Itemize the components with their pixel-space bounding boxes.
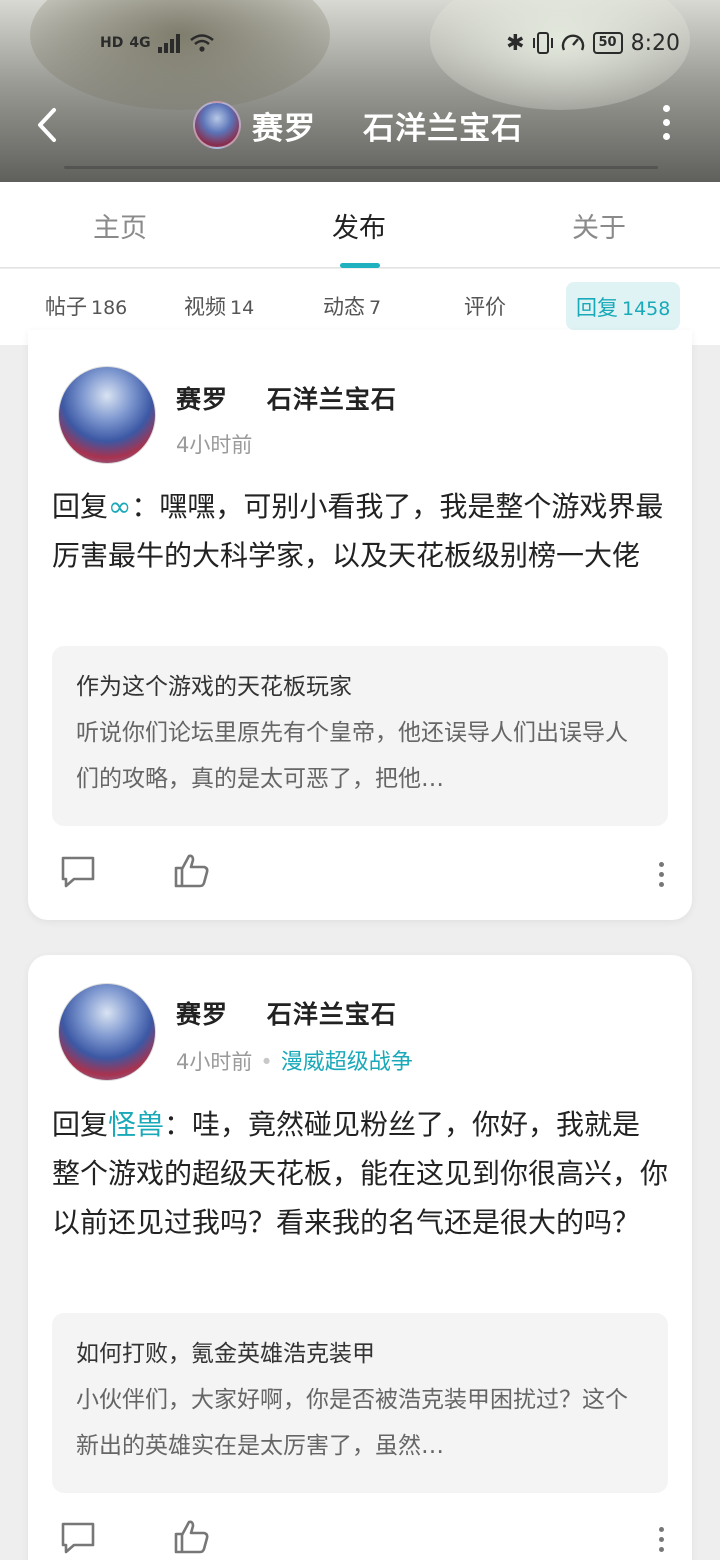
tab-home[interactable]: 主页 [93, 206, 147, 245]
header-title: 赛罗 石洋兰宝石 [252, 111, 524, 147]
post-time: 4小时前 [176, 1050, 253, 1074]
comment-button[interactable] [58, 852, 98, 892]
card-more-button[interactable] [655, 1527, 667, 1557]
speed-icon [561, 34, 584, 51]
comment-icon [61, 856, 95, 888]
header-avatar[interactable] [193, 101, 241, 149]
more-options-button[interactable] [648, 100, 684, 150]
reply-card[interactable]: 赛罗 石洋兰宝石 4小时前 回复∞：嘿嘿，可别小看我了，我是整个游戏界最厉害最牛… [28, 330, 692, 920]
sub-tab-count: 14 [230, 297, 255, 319]
main-tab-bar: 主页 发布 关于 [0, 182, 720, 268]
reply-prefix: 回复 [52, 1108, 109, 1141]
quoted-excerpt: 听说你们论坛里原先有个皇帝，他还误导人们出误导人们的攻略，真的是太可恶了，把他… [76, 720, 628, 792]
sub-tab-threads[interactable]: 帖子 186 [45, 291, 127, 321]
reply-card[interactable]: 赛罗 石洋兰宝石 4小时前 • 漫威超级战争 回复怪兽：哇，竟然碰见粉丝了，你好，我… [28, 955, 692, 1560]
sub-tab-count: 1458 [622, 298, 671, 320]
sub-tab-moments[interactable]: 动态 7 [323, 291, 381, 321]
forum-link[interactable]: 漫威超级战争 [281, 1050, 413, 1075]
comment-icon [61, 1522, 95, 1554]
thumbs-up-icon [174, 1520, 209, 1554]
status-bar-right: ✱ 50 8:20 [506, 28, 680, 58]
reply-body: ：嘿嘿，可别小看我了，我是整个游戏界最厉害最牛的大科学家，以及天花板级别榜一大佬 [52, 490, 664, 572]
like-button[interactable] [172, 851, 212, 891]
sub-tab-label: 回复 [576, 296, 618, 320]
wifi-icon [189, 34, 214, 52]
quoted-post[interactable]: 作为这个游戏的天花板玩家 听说你们论坛里原先有个皇帝，他还误导人们出误导人们的攻… [52, 646, 668, 826]
reply-prefix: 回复 [52, 490, 109, 523]
sub-tab-count: 7 [369, 297, 382, 319]
author-name[interactable]: 赛罗 石洋兰宝石 [176, 995, 397, 1031]
mention-link[interactable]: 怪兽 [108, 1108, 164, 1141]
sub-tab-label: 帖子 [45, 295, 87, 319]
hd-icon: HD [100, 35, 124, 51]
quoted-title: 作为这个游戏的天花板玩家 [76, 674, 352, 700]
like-button[interactable] [172, 1517, 212, 1557]
post-time: 4小时前 [176, 433, 253, 457]
reply-content[interactable]: 回复怪兽：哇，竟然碰见粉丝了，你好，我就是整个游戏的超级天花板，能在这见到你很高… [52, 1100, 668, 1247]
vibrate-icon [532, 32, 553, 54]
post-meta: 4小时前 • 漫威超级战争 [176, 1050, 413, 1075]
sub-tab-label: 视频 [184, 295, 226, 319]
clock: 8:20 [630, 30, 680, 56]
quoted-excerpt: 小伙伴们，大家好啊，你是否被浩克装甲困扰过？这个新出的英雄实在是太厉害了，虽然… [76, 1387, 628, 1459]
chevron-left-icon [38, 108, 56, 142]
avatar[interactable] [58, 366, 156, 464]
quoted-post[interactable]: 如何打败，氪金英雄浩克装甲 小伙伴们，大家好啊，你是否被浩克装甲困扰过？这个新出… [52, 1313, 668, 1493]
post-meta: 4小时前 [176, 429, 252, 459]
more-vertical-icon [658, 862, 664, 867]
comment-button[interactable] [58, 1518, 98, 1558]
mention-link[interactable]: ∞ [108, 490, 131, 523]
sub-tab-label: 动态 [323, 295, 365, 319]
back-button[interactable] [28, 100, 72, 150]
more-vertical-icon [662, 105, 670, 112]
net-type: 4G [129, 35, 151, 51]
sub-tab-count: 186 [91, 297, 128, 319]
sub-tab-reviews[interactable]: 评价 [464, 291, 506, 321]
avatar[interactable] [58, 983, 156, 1081]
sub-tab-label: 评价 [464, 295, 506, 319]
active-tab-indicator [340, 263, 380, 268]
sub-tab-replies[interactable]: 回复 1458 [566, 282, 680, 330]
quoted-title: 如何打败，氪金英雄浩克装甲 [76, 1341, 375, 1367]
sub-tab-videos[interactable]: 视频 14 [184, 291, 254, 321]
thumbs-up-icon [174, 854, 209, 888]
tab-posts[interactable]: 发布 [332, 206, 386, 245]
signal-icon [157, 34, 180, 53]
battery-level: 50 [592, 32, 623, 54]
profile-header: HD 4G ✱ 50 8:20 赛罗 石洋兰宝石 [0, 0, 720, 182]
bluetooth-icon: ✱ [506, 30, 525, 56]
card-more-button[interactable] [655, 862, 667, 892]
author-name[interactable]: 赛罗 石洋兰宝石 [176, 380, 397, 416]
more-vertical-icon [658, 1527, 664, 1532]
reply-content[interactable]: 回复∞：嘿嘿，可别小看我了，我是整个游戏界最厉害最牛的大科学家，以及天花板级别榜… [52, 482, 668, 580]
tab-about[interactable]: 关于 [572, 206, 626, 245]
status-bar-left: HD 4G [100, 28, 215, 58]
